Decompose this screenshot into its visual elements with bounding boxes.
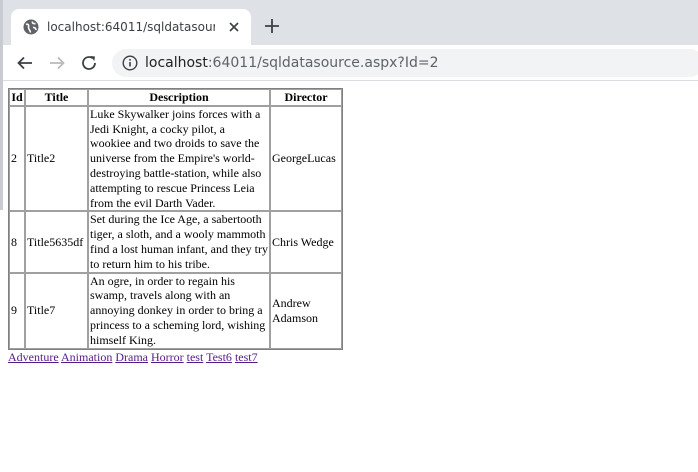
cell-description: Set during the Ice Age, a sabertooth tig…: [88, 211, 270, 273]
url-text[interactable]: localhost:64011/sqldatasource.aspx?Id=2: [145, 55, 439, 71]
header-title: Title: [25, 89, 88, 106]
cell-director: Chris Wedge: [270, 211, 342, 273]
cell-title: Title7: [25, 272, 88, 349]
reload-icon[interactable]: [80, 54, 98, 72]
cell-director: GeorgeLucas: [270, 105, 342, 212]
table-header-row: Id Title Description Director: [9, 89, 342, 106]
genre-link-horror[interactable]: Horror: [151, 350, 184, 364]
cell-title: Title2: [25, 105, 88, 212]
page-content: Id Title Description Director 2 Title2 L…: [8, 88, 343, 365]
header-description: Description: [88, 89, 270, 106]
cell-id: 2: [9, 105, 25, 212]
genre-link-adventure[interactable]: Adventure: [8, 350, 59, 364]
cell-director: Andrew Adamson: [270, 272, 342, 349]
genre-link-test6[interactable]: Test6: [206, 350, 232, 364]
genre-link-test7[interactable]: test7: [235, 350, 258, 364]
genre-links: Adventure Animation Drama Horror test Te…: [8, 350, 343, 365]
table-row: 9 Title7 An ogre, in order to regain his…: [9, 272, 342, 349]
globe-icon: [23, 19, 39, 35]
browser-tab[interactable]: localhost:64011/sqldatasource.aspx?Id=2: [11, 9, 251, 45]
cell-id: 9: [9, 272, 25, 349]
back-arrow-icon[interactable]: [16, 54, 34, 72]
cell-description: Luke Skywalker joins forces with a Jedi …: [88, 105, 270, 212]
browser-toolbar: localhost:64011/sqldatasource.aspx?Id=2: [0, 45, 698, 81]
cell-description: An ogre, in order to regain his swamp, t…: [88, 272, 270, 349]
header-director: Director: [270, 89, 342, 106]
info-icon[interactable]: [122, 55, 138, 71]
tab-strip: localhost:64011/sqldatasource.aspx?Id=2: [0, 0, 698, 45]
new-tab-icon[interactable]: [263, 17, 281, 35]
cell-id: 8: [9, 211, 25, 273]
genre-link-animation[interactable]: Animation: [61, 350, 112, 364]
window-edge: [0, 0, 3, 210]
forward-arrow-icon[interactable]: [48, 54, 66, 72]
close-icon[interactable]: [227, 20, 241, 34]
table-row: 8 Title5635df Set during the Ice Age, a …: [9, 211, 342, 273]
header-id: Id: [9, 89, 25, 106]
cell-title: Title5635df: [25, 211, 88, 273]
movies-table: Id Title Description Director 2 Title2 L…: [8, 88, 343, 350]
genre-link-test[interactable]: test: [187, 350, 204, 364]
tab-title: localhost:64011/sqldatasource.aspx?Id=2: [47, 20, 215, 34]
table-row: 2 Title2 Luke Skywalker joins forces wit…: [9, 105, 342, 212]
address-bar[interactable]: localhost:64011/sqldatasource.aspx?Id=2: [112, 49, 698, 77]
genre-link-drama[interactable]: Drama: [115, 350, 148, 364]
